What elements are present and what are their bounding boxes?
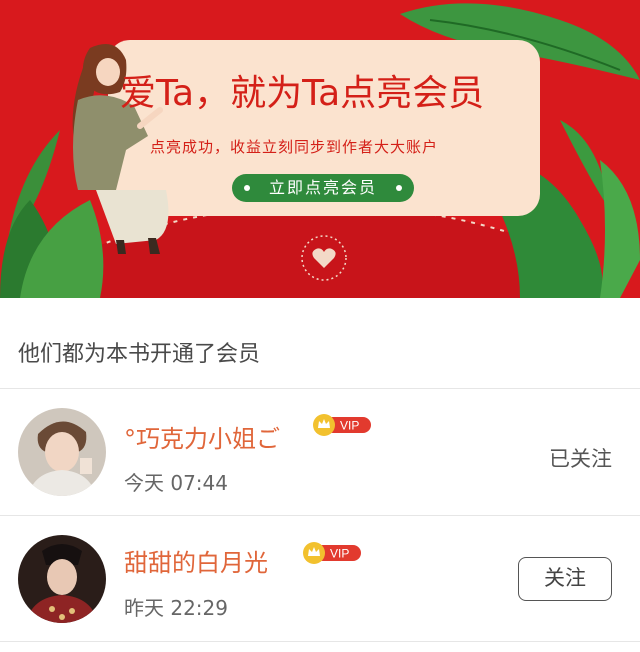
followed-status[interactable]: 已关注 xyxy=(549,443,612,473)
members-section-title: 他们都为本书开通了会员 xyxy=(18,342,261,367)
light-up-member-button[interactable]: 立即点亮会员 xyxy=(232,174,414,202)
banner-subline: 点亮成功，收益立刻同步到作者大大账户 xyxy=(150,138,439,156)
member-row[interactable]: °巧克力小姐ご VIP 今天 07:44 已关注 xyxy=(0,389,640,515)
heart-seal-icon xyxy=(301,235,347,281)
member-promo-banner[interactable]: 爱Ta，就为Ta点亮会员 点亮成功，收益立刻同步到作者大大账户 立即点亮会员 xyxy=(0,0,640,298)
member-time: 今天 07:44 xyxy=(124,471,228,495)
vip-badge-text: VIP xyxy=(340,419,359,433)
banner-headline: 爱Ta，就为Ta点亮会员 xyxy=(120,73,485,114)
follow-button[interactable]: 关注 xyxy=(518,557,612,601)
member-row[interactable]: 甜甜的白月光 VIP 昨天 22:29 关注 xyxy=(0,516,640,642)
member-name[interactable]: °巧克力小姐ご xyxy=(124,419,280,454)
member-name[interactable]: 甜甜的白月光 xyxy=(124,543,268,578)
divider xyxy=(0,641,640,642)
vip-badge: VIP xyxy=(303,542,361,564)
member-time: 昨天 22:29 xyxy=(124,596,228,620)
avatar[interactable] xyxy=(18,535,106,623)
vip-badge: VIP xyxy=(313,414,371,436)
avatar[interactable] xyxy=(18,408,106,496)
vip-badge-text: VIP xyxy=(330,547,349,561)
